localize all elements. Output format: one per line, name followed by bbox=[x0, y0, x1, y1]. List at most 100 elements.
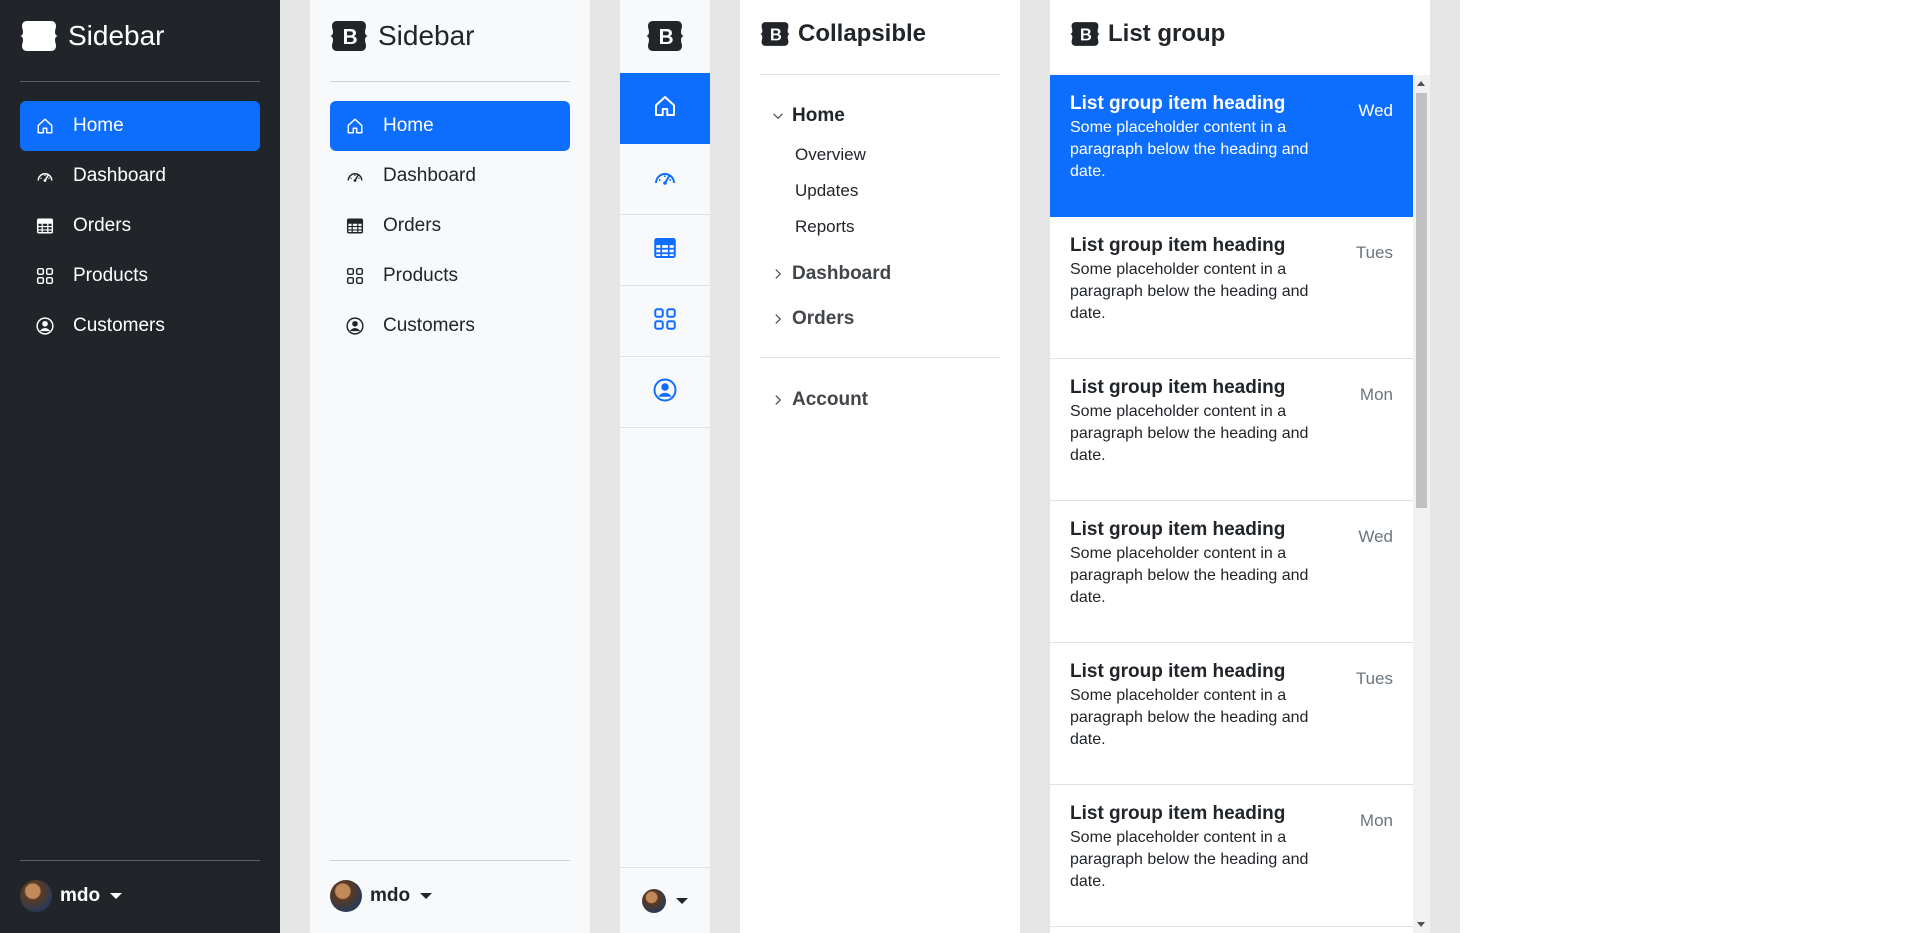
collapse-toggle-account[interactable]: Account bbox=[772, 389, 868, 411]
list-group-brand[interactable]: List group bbox=[1070, 20, 1225, 48]
caret-down-icon bbox=[110, 893, 123, 899]
list-item-day: Mon bbox=[1359, 811, 1393, 830]
dark-sidebar-item-dashboard[interactable]: Dashboard bbox=[20, 151, 260, 201]
home-icon bbox=[36, 117, 54, 135]
list-group: List group item heading Wed Some placeho… bbox=[1050, 75, 1413, 927]
nav-label: Home bbox=[73, 115, 124, 136]
icon-nav-products[interactable] bbox=[620, 286, 710, 357]
light-sidebar-brand[interactable]: Sidebar bbox=[330, 20, 475, 52]
list-item-heading: List group item heading bbox=[1070, 519, 1286, 540]
collapsible-title: Collapsible bbox=[798, 20, 927, 47]
home-icon bbox=[653, 94, 677, 123]
collapse-toggle-orders[interactable]: Orders bbox=[772, 308, 854, 330]
dark-sidebar-title: Sidebar bbox=[68, 20, 165, 51]
list-item-heading: List group item heading bbox=[1070, 235, 1286, 256]
icon-nav-home[interactable] bbox=[620, 73, 710, 144]
list-item-day: Tues bbox=[1355, 669, 1393, 688]
list-item-body: Some placeholder content in a paragraph … bbox=[1070, 545, 1309, 606]
divider bbox=[330, 860, 570, 861]
username: mdo bbox=[370, 885, 411, 906]
caret-down-icon bbox=[420, 893, 433, 899]
speedometer-icon bbox=[653, 165, 677, 194]
chevron-right-icon bbox=[772, 313, 784, 325]
icon-sidebar bbox=[620, 0, 710, 933]
bootstrap-logo-icon bbox=[20, 20, 58, 52]
list-scrollbar[interactable] bbox=[1413, 75, 1430, 933]
panel-divider bbox=[1430, 0, 1460, 933]
table-icon bbox=[346, 217, 364, 235]
light-sidebar-item-home[interactable]: Home bbox=[330, 101, 570, 151]
grid-icon bbox=[653, 307, 677, 336]
list-item[interactable]: List group item heading Wed Some placeho… bbox=[1050, 501, 1413, 643]
light-sidebar: Sidebar Home Dashboard Orders Products C… bbox=[310, 0, 590, 933]
list-item[interactable]: List group item heading Wed Some placeho… bbox=[1050, 75, 1413, 217]
home-icon bbox=[346, 117, 364, 135]
dark-sidebar-item-home[interactable]: Home bbox=[20, 101, 260, 151]
grid-icon bbox=[36, 267, 54, 285]
icon-nav-dashboard[interactable] bbox=[620, 144, 710, 215]
list-item-day: Wed bbox=[1358, 101, 1393, 120]
collapse-label: Home bbox=[792, 105, 845, 126]
collapsible-brand[interactable]: Collapsible bbox=[760, 20, 926, 48]
list-item[interactable]: List group item heading Tues Some placeh… bbox=[1050, 643, 1413, 785]
user-dropdown[interactable]: mdo bbox=[330, 880, 433, 912]
dark-sidebar-item-orders[interactable]: Orders bbox=[20, 201, 260, 251]
scroll-down-arrow-icon[interactable] bbox=[1417, 922, 1425, 927]
bootstrap-logo-icon bbox=[646, 20, 684, 52]
dark-sidebar-nav: Home Dashboard Orders Products Customers bbox=[20, 101, 260, 351]
dark-sidebar-item-products[interactable]: Products bbox=[20, 251, 260, 301]
list-item-day: Wed bbox=[1358, 527, 1393, 546]
icon-sidebar-brand[interactable] bbox=[620, 0, 710, 72]
list-item-body: Some placeholder content in a paragraph … bbox=[1070, 403, 1309, 464]
light-sidebar-item-customers[interactable]: Customers bbox=[330, 301, 570, 351]
collapse-toggle-home[interactable]: Home bbox=[772, 105, 845, 127]
list-item[interactable]: List group item heading Tues Some placeh… bbox=[1050, 217, 1413, 359]
chevron-right-icon bbox=[772, 268, 784, 280]
user-dropdown[interactable] bbox=[620, 867, 710, 933]
light-sidebar-item-orders[interactable]: Orders bbox=[330, 201, 570, 251]
nav-label: Customers bbox=[383, 315, 475, 336]
username: mdo bbox=[60, 885, 101, 906]
collapse-label: Account bbox=[792, 389, 868, 410]
user-dropdown[interactable]: mdo bbox=[20, 880, 123, 912]
chevron-right-icon bbox=[772, 394, 784, 406]
divider bbox=[330, 81, 570, 82]
light-sidebar-item-dashboard[interactable]: Dashboard bbox=[330, 151, 570, 201]
dark-sidebar-item-customers[interactable]: Customers bbox=[20, 301, 260, 351]
list-item[interactable]: List group item heading Mon Some placeho… bbox=[1050, 359, 1413, 501]
collapse-link-overview[interactable]: Overview bbox=[795, 145, 866, 165]
scrollbar-thumb[interactable] bbox=[1416, 93, 1427, 508]
caret-down-icon bbox=[676, 897, 688, 904]
scroll-up-arrow-icon[interactable] bbox=[1417, 81, 1425, 86]
nav-label: Home bbox=[383, 115, 434, 136]
nav-label: Dashboard bbox=[383, 165, 476, 186]
list-item-heading: List group item heading bbox=[1070, 93, 1286, 114]
list-item-body: Some placeholder content in a paragraph … bbox=[1070, 829, 1309, 890]
list-item-day: Tues bbox=[1355, 243, 1393, 262]
person-circle-icon bbox=[346, 317, 364, 335]
dark-sidebar: Sidebar Home Dashboard Orders Products C… bbox=[0, 0, 280, 933]
dark-sidebar-brand[interactable]: Sidebar bbox=[20, 20, 165, 52]
person-circle-icon bbox=[36, 317, 54, 335]
nav-label: Customers bbox=[73, 315, 165, 336]
panel-divider bbox=[1020, 0, 1050, 933]
collapse-link-updates[interactable]: Updates bbox=[795, 181, 858, 201]
panel-divider bbox=[710, 0, 740, 933]
nav-label: Products bbox=[73, 265, 148, 286]
light-sidebar-item-products[interactable]: Products bbox=[330, 251, 570, 301]
avatar bbox=[330, 880, 362, 912]
icon-nav-orders[interactable] bbox=[620, 215, 710, 286]
collapse-toggle-dashboard[interactable]: Dashboard bbox=[772, 263, 891, 285]
grid-icon bbox=[346, 267, 364, 285]
collapsible-sidebar: Collapsible Home Overview Updates Report… bbox=[740, 0, 1020, 933]
collapse-link-reports[interactable]: Reports bbox=[795, 217, 855, 237]
collapse-label: Dashboard bbox=[792, 263, 892, 284]
panel-divider bbox=[280, 0, 310, 933]
chevron-down-icon bbox=[772, 110, 784, 122]
nav-label: Products bbox=[383, 265, 458, 286]
list-item-body: Some placeholder content in a paragraph … bbox=[1070, 261, 1309, 322]
list-group-panel: List group List group item heading Wed S… bbox=[1050, 0, 1430, 933]
icon-nav-customers[interactable] bbox=[620, 357, 710, 428]
list-item[interactable]: List group item heading Mon Some placeho… bbox=[1050, 785, 1413, 927]
collapse-label: Orders bbox=[792, 308, 855, 329]
